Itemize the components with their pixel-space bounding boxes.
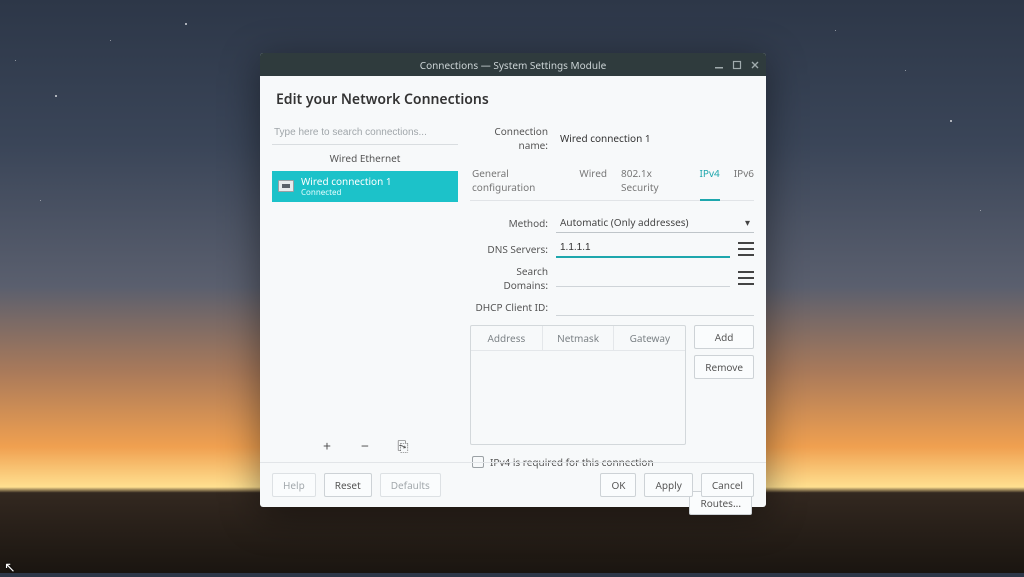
add-connection-button[interactable]: + xyxy=(318,437,336,456)
apply-button[interactable]: Apply xyxy=(644,473,692,497)
window-controls xyxy=(714,53,760,76)
tab-security[interactable]: 802.1x Security xyxy=(621,161,685,200)
dhcp-client-id-label: DHCP Client ID: xyxy=(470,300,556,314)
dns-servers-label: DNS Servers: xyxy=(470,242,556,256)
page-title: Edit your Network Connections xyxy=(260,76,766,121)
tab-wired[interactable]: Wired xyxy=(579,161,607,200)
reset-button[interactable]: Reset xyxy=(324,473,372,497)
search-connections-input[interactable] xyxy=(272,121,458,145)
close-button[interactable] xyxy=(750,60,760,70)
connection-item-wired-1[interactable]: Wired connection 1 Connected xyxy=(272,171,458,202)
dialog-footer: Help Reset Defaults OK Apply Cancel xyxy=(260,462,766,507)
search-domains-label: Search Domains: xyxy=(470,264,556,292)
search-domains-edit-button[interactable] xyxy=(738,271,754,285)
titlebar[interactable]: Connections — System Settings Module xyxy=(260,53,766,76)
dns-servers-input[interactable] xyxy=(556,239,730,258)
addresses-col-netmask: Netmask xyxy=(543,326,615,350)
ethernet-icon xyxy=(278,180,294,192)
connection-name-field[interactable]: Wired connection 1 xyxy=(556,129,754,147)
connection-item-name: Wired connection 1 xyxy=(301,176,392,188)
export-connection-button[interactable]: ⎘ xyxy=(394,437,412,456)
connection-name-label: Connection name: xyxy=(470,124,556,152)
search-domains-input[interactable] xyxy=(556,269,730,287)
connection-item-status: Connected xyxy=(301,188,392,197)
tab-ipv6[interactable]: IPv6 xyxy=(734,161,754,200)
help-button[interactable]: Help xyxy=(272,473,316,497)
address-remove-button[interactable]: Remove xyxy=(694,355,754,379)
defaults-button[interactable]: Defaults xyxy=(380,473,441,497)
addresses-table[interactable]: Address Netmask Gateway xyxy=(470,325,686,445)
window-title: Connections — System Settings Module xyxy=(420,58,606,72)
connection-group-header: Wired Ethernet xyxy=(272,145,458,169)
chevron-down-icon: ▾ xyxy=(745,215,750,229)
connection-details: Connection name: Wired connection 1 Gene… xyxy=(470,121,754,462)
method-value: Automatic (Only addresses) xyxy=(560,215,689,229)
remove-connection-button[interactable]: − xyxy=(356,437,374,456)
addresses-col-address: Address xyxy=(471,326,543,350)
addresses-body[interactable] xyxy=(471,351,685,444)
method-label: Method: xyxy=(470,216,556,230)
cursor-icon: ↖ xyxy=(4,558,16,577)
connections-sidebar: Wired Ethernet Wired connection 1 Connec… xyxy=(272,121,458,462)
dns-servers-edit-button[interactable] xyxy=(738,242,754,256)
tab-ipv4[interactable]: IPv4 xyxy=(700,161,720,200)
ok-button[interactable]: OK xyxy=(600,473,636,497)
details-tabs: General configuration Wired 802.1x Secur… xyxy=(470,161,754,201)
maximize-button[interactable] xyxy=(732,60,742,70)
minimize-button[interactable] xyxy=(714,60,724,70)
addresses-col-gateway: Gateway xyxy=(614,326,685,350)
dhcp-client-id-input[interactable] xyxy=(556,298,754,316)
settings-window: Connections — System Settings Module Edi… xyxy=(260,53,766,507)
method-select[interactable]: Automatic (Only addresses) ▾ xyxy=(556,212,754,233)
address-add-button[interactable]: Add xyxy=(694,325,754,349)
tab-general[interactable]: General configuration xyxy=(472,161,565,200)
cancel-button[interactable]: Cancel xyxy=(701,473,754,497)
